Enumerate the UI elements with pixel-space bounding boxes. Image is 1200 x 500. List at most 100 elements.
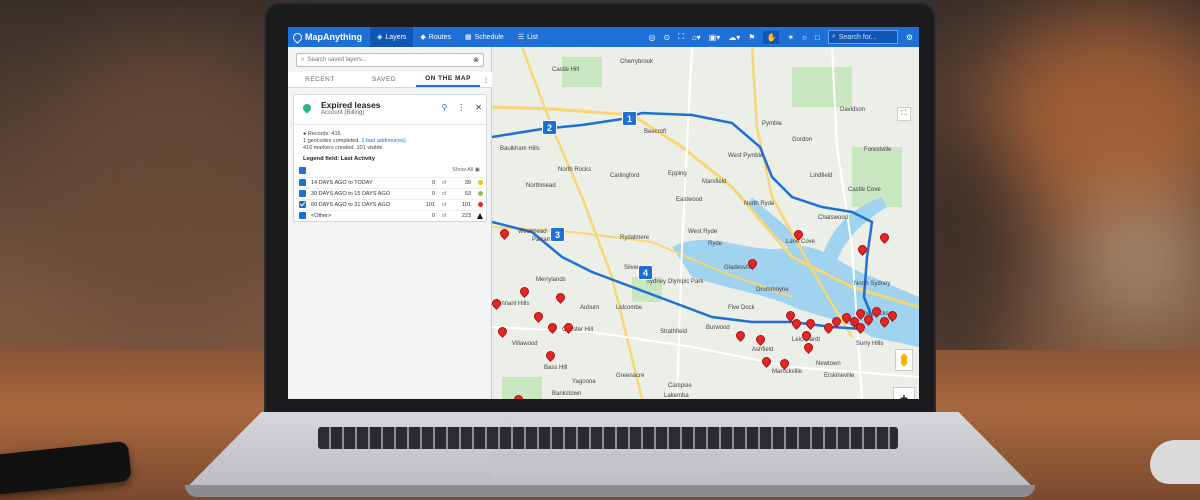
saved-layers-search-input[interactable]: ⌕ Search saved layers... ⊗ — [296, 53, 484, 67]
clear-icon[interactable]: ⊗ — [473, 56, 479, 64]
layer-card-header: Expired leases Account (Billing) ⚲ ⋮ ✕ — [294, 95, 488, 125]
nav-tab-layers[interactable]: ◈ Layers — [370, 27, 414, 47]
locate-icon[interactable]: ⊙ — [664, 33, 671, 42]
marker-icon[interactable]: ⚲ — [441, 103, 447, 112]
global-search-input[interactable]: ⌕ Search for... — [827, 30, 898, 44]
tab-on-the-map[interactable]: ON THE MAP — [416, 72, 480, 87]
home-icon[interactable]: ⌂▾ — [692, 33, 701, 42]
map-place-label: Ryde — [708, 241, 723, 247]
map-place-label: Merrylands — [536, 277, 566, 283]
map-canvas[interactable]: Castle Hill Cherrybrook Beecroft Pymble … — [492, 47, 919, 399]
map-place-label: Lane Cove — [786, 239, 816, 245]
map-place-label: Campsie — [668, 383, 692, 389]
legend-row-label: 30 DAYS AGO to 15 DAYS AGO — [311, 190, 390, 197]
routes-icon: ◆ — [420, 34, 426, 41]
rectangle-draw-icon[interactable]: □ — [815, 33, 820, 42]
map-place-label: Surry Hills — [856, 341, 884, 347]
park-area — [852, 147, 902, 207]
show-all-toggle[interactable]: Show All ▣ — [452, 167, 480, 173]
map-place-label: Westmead — [518, 229, 547, 235]
legend-select-all-checkbox[interactable] — [299, 167, 306, 174]
route-stop-marker[interactable]: 4 — [638, 265, 653, 280]
tab-recent[interactable]: RECENT — [288, 72, 352, 87]
map-place-label: North Sydney — [854, 281, 891, 287]
map-place-label: Epping — [668, 171, 687, 177]
map-place-label: Ashfield — [752, 347, 774, 353]
map-place-label: Newtown — [816, 361, 841, 367]
layer-title[interactable]: Expired leases — [321, 100, 381, 110]
app-logo[interactable]: MapAnything — [288, 30, 370, 44]
map-place-label: Northmead — [526, 183, 556, 189]
weather-icon[interactable]: ☁▾ — [728, 33, 740, 42]
map-place-label: Rydalmere — [620, 235, 650, 241]
background-blur — [1080, 200, 1200, 320]
route-stop-marker[interactable]: 2 — [542, 120, 557, 135]
legend-total-count: 53 — [464, 190, 471, 197]
background-blur — [40, 40, 300, 340]
route-stop-marker[interactable]: 3 — [550, 227, 565, 242]
nav-tab-label: Layers — [385, 33, 407, 41]
street-view-pegman-icon[interactable] — [895, 349, 913, 371]
tab-saved[interactable]: SAVED — [352, 72, 416, 87]
red-marker-icon — [478, 202, 483, 207]
fit-bounds-icon[interactable]: ⛶ — [678, 32, 684, 42]
more-vertical-icon[interactable]: ⋮ — [480, 72, 492, 87]
target-icon[interactable]: ◎ — [649, 33, 656, 42]
map-place-label: Lakemba — [664, 393, 689, 399]
route-stop-marker[interactable]: 1 — [622, 111, 637, 126]
map-place-label: Marrickville — [772, 369, 802, 375]
nav-tab-label: Schedule — [474, 33, 504, 41]
map-place-label: Yagoona — [572, 379, 596, 385]
map-place-label: Bass Hill — [544, 365, 568, 371]
lasso-icon[interactable]: ✶ — [787, 33, 794, 42]
legend-row-checkbox[interactable] — [299, 190, 306, 197]
legend-row-checkbox[interactable] — [299, 212, 306, 219]
legend-row: 30 DAYS AGO to 15 DAYS AGO 0 of 53 — [299, 188, 483, 198]
map-place-label: Lidcombe — [616, 305, 643, 311]
fullscreen-icon[interactable]: ⛶ — [897, 107, 911, 121]
pan-hand-icon[interactable]: ✋ — [763, 30, 780, 44]
more-vertical-icon[interactable]: ⋮ — [457, 103, 465, 112]
map-place-label: West Ryde — [688, 229, 718, 235]
panel-tabs: RECENT SAVED ON THE MAP ⋮ — [288, 72, 492, 88]
legend-of: of — [441, 212, 447, 219]
bad-address-link[interactable]: 1 bad address(es). — [361, 138, 407, 144]
traffic-icon[interactable]: ⚑ — [748, 33, 755, 42]
circle-draw-icon[interactable]: ○ — [802, 33, 807, 42]
toolbar-right: ◎ ⊙ ⛶ ⌂▾ ▣▾ ☁▾ ⚑ ✋ ✶ ○ □ ⌕ Search for...… — [649, 30, 919, 44]
map-place-label: Drummoyne — [756, 287, 789, 293]
nav-tab-list[interactable]: ☰ List — [511, 27, 545, 47]
map-place-label: Forestville — [864, 147, 892, 153]
green-marker-icon — [478, 191, 483, 196]
legend-row-label: <Other> — [311, 212, 332, 219]
map-pin-icon — [291, 30, 304, 44]
map-place-label: Gordon — [792, 137, 813, 143]
map-place-label: Sydney Olympic Park — [646, 279, 704, 285]
legend-visible-count: 101 — [425, 201, 435, 208]
show-all-label: Show All — [452, 167, 474, 173]
legend-of: of — [441, 190, 447, 197]
warning-triangle-icon — [477, 212, 483, 219]
legend-field-label: Legend field: Last Activity — [303, 156, 375, 162]
nav-tab-schedule[interactable]: ▦ Schedule — [458, 27, 511, 47]
legend-row-checkbox[interactable] — [299, 201, 306, 208]
legend-row: <Other> 0 of 223 — [299, 210, 483, 220]
close-icon[interactable]: ✕ — [475, 103, 482, 112]
background-blur — [980, 10, 1200, 230]
legend-total-count: 39 — [464, 179, 471, 186]
map-place-label: Lindfield — [810, 173, 833, 179]
map-place-label: Baulkham Hills — [500, 146, 540, 152]
nav-tab-routes[interactable]: ◆ Routes — [413, 27, 458, 47]
nav-tab-label: List — [527, 33, 538, 41]
map-place-label: Davidson — [840, 107, 866, 113]
zoom-in-button[interactable]: + — [893, 387, 915, 399]
legend-row-checkbox[interactable] — [299, 179, 306, 186]
map-place-label: Eastwood — [676, 197, 703, 203]
legend-of: of — [441, 179, 447, 186]
app-top-bar: MapAnything ◈ Layers ◆ Routes ▦ Schedule… — [288, 27, 919, 47]
search-placeholder: Search saved layers... — [307, 57, 367, 63]
legend-row: 60 DAYS AGO to 31 DAYS AGO 101 of 101 — [299, 199, 483, 209]
settings-gear-icon[interactable]: ⚙ — [906, 33, 913, 42]
layer-stats: ● Records: 416 1 geocodes completed. 1 b… — [303, 131, 407, 152]
photo-icon[interactable]: ▣▾ — [709, 33, 721, 42]
